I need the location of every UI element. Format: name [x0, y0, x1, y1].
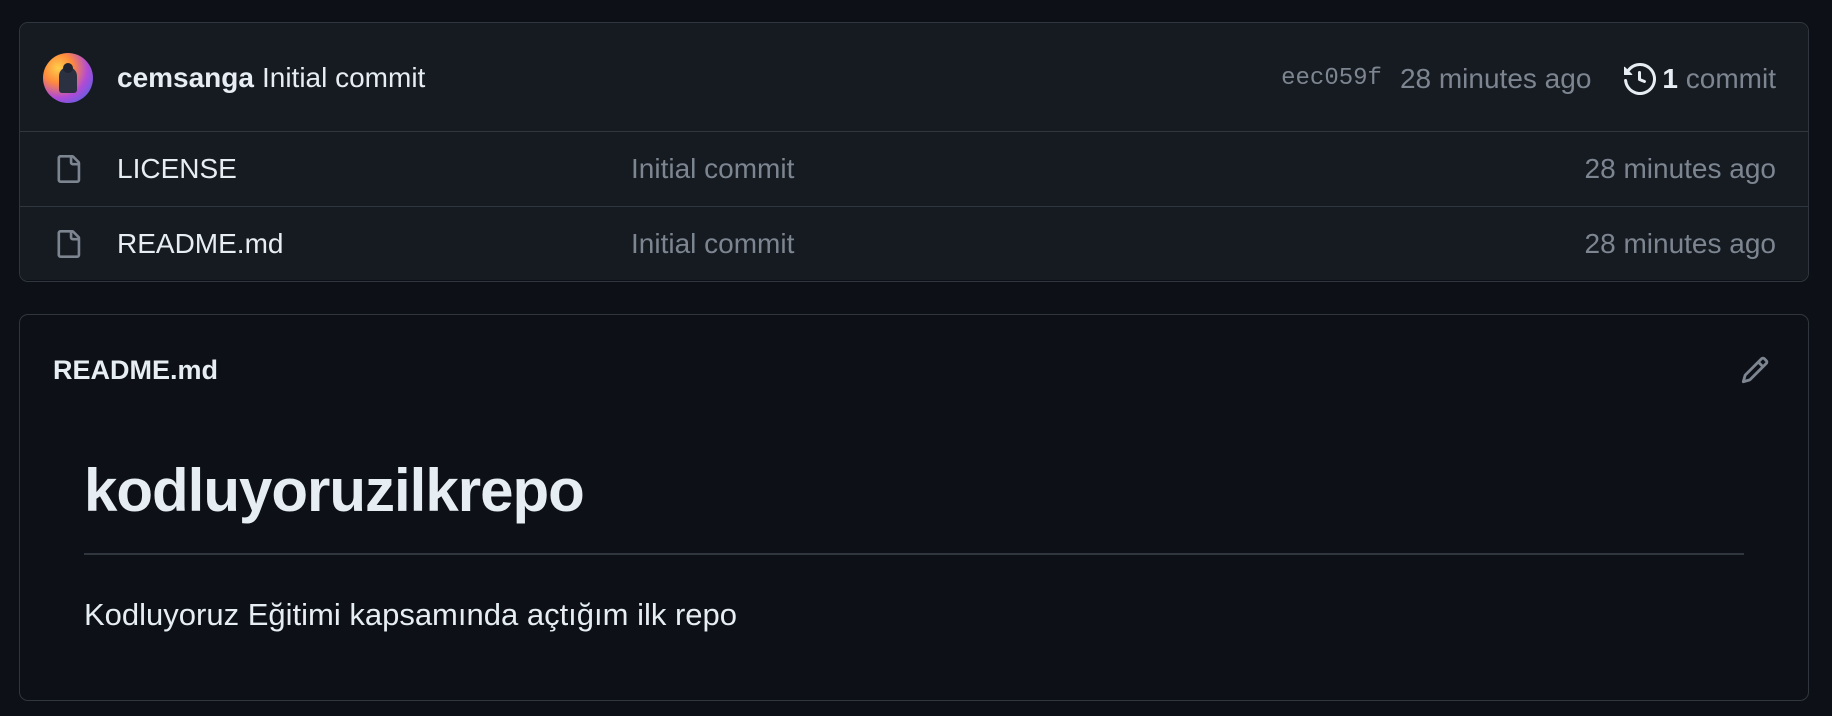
- readme-heading: kodluyoruzilkrepo: [84, 457, 585, 524]
- commit-count-label: commit: [1685, 63, 1776, 94]
- commit-count-link[interactable]: 1 commit: [1662, 64, 1776, 94]
- file-icon: [57, 155, 81, 183]
- commit-author-line: cemsanga Initial commit: [117, 63, 425, 93]
- file-row[interactable]: README.md Initial commit 28 minutes ago: [20, 206, 1808, 280]
- readme-filename: README.md: [53, 355, 219, 385]
- history-icon[interactable]: [1624, 63, 1657, 95]
- commit-count-number: 1: [1662, 63, 1678, 94]
- latest-commit-bar: cemsanga Initial commit eec059f 28 minute…: [20, 23, 1808, 132]
- file-commit-message-link[interactable]: Initial commit: [631, 229, 794, 259]
- file-row[interactable]: LICENSE Initial commit 28 minutes ago: [20, 132, 1808, 206]
- commit-time: 28 minutes ago: [1399, 63, 1592, 94]
- avatar-head: [63, 63, 73, 73]
- commit-message-link[interactable]: Initial commit: [262, 62, 425, 93]
- commit-sha-link[interactable]: eec059f: [1281, 64, 1382, 94]
- file-commit-message-link[interactable]: Initial commit: [631, 154, 794, 184]
- readme-paragraph: Kodluyoruz Eğitimi kapsamında açtığım il…: [84, 597, 738, 632]
- file-commit-time: 28 minutes ago: [1584, 153, 1776, 184]
- file-icon: [57, 230, 81, 258]
- file-commit-time: 28 minutes ago: [1584, 228, 1776, 259]
- file-name-link[interactable]: README.md: [117, 229, 283, 259]
- file-name-link[interactable]: LICENSE: [117, 154, 237, 184]
- readme-panel: README.md kodluyoruzilkrepo Kodluyoruz E…: [19, 314, 1809, 701]
- commit-meta: eec059f 28 minutes ago 1 commit: [1281, 63, 1776, 95]
- heading-divider: [84, 553, 1744, 555]
- avatar[interactable]: [43, 53, 93, 103]
- pencil-icon[interactable]: [1740, 355, 1770, 385]
- file-browser: cemsanga Initial commit eec059f 28 minute…: [19, 22, 1809, 282]
- commit-author-link[interactable]: cemsanga: [117, 62, 254, 93]
